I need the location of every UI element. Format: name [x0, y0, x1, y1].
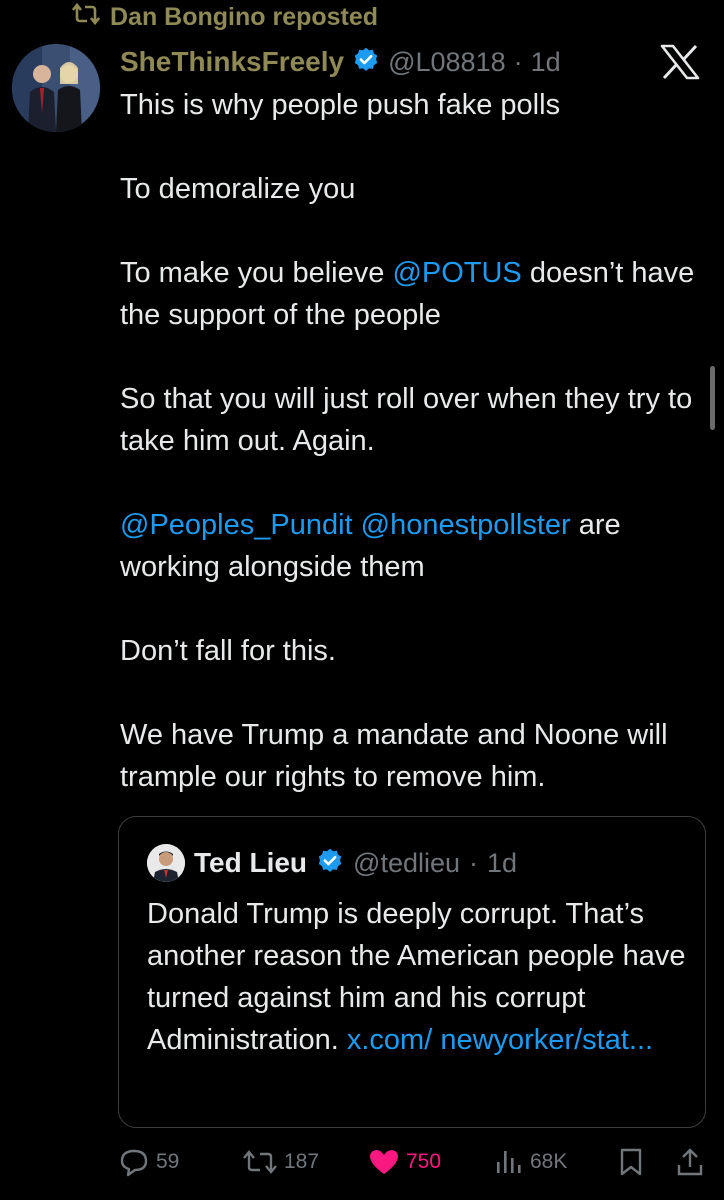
repost-button[interactable]: 187: [242, 1140, 319, 1184]
quoted-tweet-timestamp[interactable]: 1d: [487, 848, 517, 879]
tweet-action-bar: 59 187 750 68K: [118, 1140, 708, 1184]
mention-link-honestpollster[interactable]: @honestpollster: [361, 509, 571, 541]
repost-indicator: Dan Bongino reposted: [64, 0, 534, 34]
views-icon: [494, 1148, 524, 1176]
reply-icon: [118, 1147, 150, 1177]
verified-badge-icon: [316, 847, 344, 880]
views-button[interactable]: 68K: [494, 1140, 567, 1184]
tweet-paragraph: Don’t fall for this.: [120, 635, 336, 667]
reply-button[interactable]: 59: [118, 1140, 179, 1184]
quoted-author-avatar[interactable]: [147, 844, 185, 882]
verified-badge-icon: [352, 46, 380, 79]
tweet-paragraph: To demoralize you: [120, 173, 356, 205]
mention-link-potus[interactable]: @POTUS: [392, 257, 521, 289]
views-count: 68K: [530, 1150, 568, 1173]
bookmark-button[interactable]: [618, 1140, 644, 1184]
tweet-text: This is why people push fake polls To de…: [120, 84, 700, 840]
tweet-paragraph: This is why people push fake polls: [120, 89, 561, 121]
like-count: 750: [406, 1150, 442, 1173]
scrollbar[interactable]: [710, 366, 715, 430]
tweet-paragraph: @Peoples_Pundit @honestpollster are work…: [120, 509, 621, 583]
quoted-author-name[interactable]: Ted Lieu: [194, 847, 307, 879]
x-logo-icon: [660, 44, 700, 80]
quoted-tweet-card[interactable]: Ted Lieu @tedlieu · 1d Donald Trump is d…: [118, 816, 706, 1128]
tweet-paragraph: To make you believe @POTUS doesn’t have …: [120, 257, 695, 331]
repost-label[interactable]: Dan Bongino reposted: [110, 3, 378, 32]
share-icon: [676, 1147, 704, 1177]
author-avatar[interactable]: [12, 44, 100, 132]
heart-icon: [368, 1148, 400, 1176]
tweet-paragraph: We have Trump a mandate and Noone will t…: [120, 719, 668, 793]
repost-count: 187: [284, 1150, 320, 1173]
quoted-tweet-link[interactable]: x.com/ newyorker/stat...: [347, 1024, 653, 1056]
author-handle[interactable]: @L08818: [388, 47, 506, 78]
repost-icon: [71, 2, 101, 33]
quoted-tweet-text: Donald Trump is deeply corrupt. That’s a…: [147, 898, 686, 1056]
quoted-tweet-header: Ted Lieu @tedlieu · 1d: [147, 843, 517, 883]
tweet-timestamp[interactable]: 1d: [531, 47, 561, 78]
quoted-author-handle[interactable]: @tedlieu: [353, 848, 460, 879]
reply-count: 59: [156, 1150, 180, 1173]
share-button[interactable]: [676, 1140, 704, 1184]
repost-icon: [242, 1148, 278, 1176]
mention-link-peoples-pundit[interactable]: @Peoples_Pundit: [120, 509, 353, 541]
meta-separator: ·: [513, 46, 523, 77]
tweet-header: SheThinksFreely @L08818 · 1d: [120, 40, 561, 84]
author-name[interactable]: SheThinksFreely: [120, 46, 344, 78]
bookmark-icon: [618, 1147, 644, 1177]
meta-separator: ·: [469, 847, 479, 878]
tweet-paragraph: So that you will just roll over when the…: [120, 383, 693, 457]
like-button[interactable]: 750: [368, 1140, 441, 1184]
